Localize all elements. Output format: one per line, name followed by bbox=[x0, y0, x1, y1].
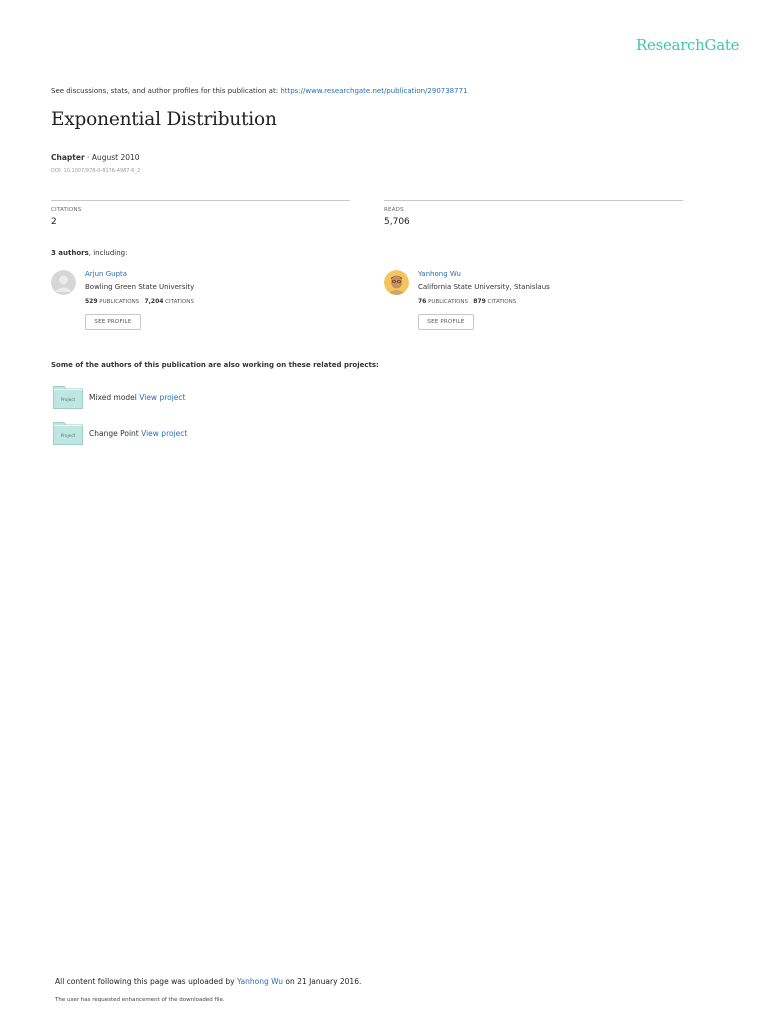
project-folder-icon[interactable]: Project bbox=[53, 421, 83, 445]
view-project-link[interactable]: View project bbox=[141, 429, 187, 438]
author-avatar-photo[interactable] bbox=[384, 270, 409, 295]
publication-type: Chapter bbox=[51, 153, 85, 162]
default-user-icon bbox=[51, 270, 76, 295]
citations-count: 2 bbox=[51, 217, 57, 227]
discussion-prefix: See discussions, stats, and author profi… bbox=[51, 87, 281, 95]
author-stats: 529 PUBLICATIONS 7,204 CITATIONS bbox=[85, 298, 194, 305]
author-publications-count: 529 bbox=[85, 298, 98, 305]
publication-doi: DOI: 10.1007/978-0-8176-4987-6_2 bbox=[51, 168, 141, 174]
author-avatar-placeholder[interactable] bbox=[51, 270, 76, 295]
publication-url-link[interactable]: https://www.researchgate.net/publication… bbox=[280, 87, 467, 95]
project-name: Mixed model bbox=[89, 393, 137, 402]
project-item: Change Point View project bbox=[89, 429, 187, 438]
project-name: Change Point bbox=[89, 429, 139, 438]
related-projects-header: Some of the authors of this publication … bbox=[51, 361, 379, 369]
upload-prefix: All content following this page was uplo… bbox=[55, 977, 237, 986]
uploader-link[interactable]: Yanhong Wu bbox=[237, 977, 283, 986]
citations-divider bbox=[51, 200, 350, 201]
citations-label: CITATIONS bbox=[51, 207, 82, 213]
publication-date: August 2010 bbox=[91, 153, 140, 162]
reads-divider bbox=[384, 200, 683, 201]
authors-header: 3 authors, including: bbox=[51, 249, 127, 257]
upload-suffix: on 21 January 2016. bbox=[283, 977, 362, 986]
author-name-link[interactable]: Yanhong Wu bbox=[418, 270, 461, 278]
authors-suffix: , including: bbox=[88, 249, 128, 257]
author-citations-count: 7,204 bbox=[144, 298, 164, 305]
author-citations-label: CITATIONS bbox=[487, 299, 517, 305]
author-stats: 76 PUBLICATIONS 879 CITATIONS bbox=[418, 298, 516, 305]
author-name-link[interactable]: Arjun Gupta bbox=[85, 270, 127, 278]
author-publications-label: PUBLICATIONS bbox=[99, 299, 140, 305]
project-item: Mixed model View project bbox=[89, 393, 185, 402]
meta-separator: · bbox=[84, 153, 92, 162]
author-citations-label: CITATIONS bbox=[165, 299, 194, 305]
author-publications-count: 76 bbox=[418, 298, 427, 305]
enhancement-note: The user has requested enhancement of th… bbox=[55, 997, 225, 1003]
project-icon-label: Project bbox=[61, 433, 76, 438]
author-institution: Bowling Green State University bbox=[85, 283, 195, 291]
author-institution: California State University, Stanislaus bbox=[418, 283, 550, 291]
author-photo-icon bbox=[384, 270, 409, 295]
researchgate-logo[interactable]: ResearchGate bbox=[636, 36, 739, 54]
project-folder-icon[interactable]: Project bbox=[53, 385, 83, 409]
publication-title: Exponential Distribution bbox=[51, 109, 277, 130]
see-profile-button[interactable]: SEE PROFILE bbox=[418, 314, 474, 330]
discussion-notice: See discussions, stats, and author profi… bbox=[51, 87, 468, 95]
upload-notice: All content following this page was uplo… bbox=[55, 977, 361, 986]
publication-meta: Chapter · August 2010 bbox=[51, 153, 140, 162]
project-icon-label: Project bbox=[61, 397, 76, 402]
authors-count: 3 authors bbox=[51, 249, 89, 257]
view-project-link[interactable]: View project bbox=[139, 393, 185, 402]
see-profile-button[interactable]: SEE PROFILE bbox=[85, 314, 141, 330]
author-publications-label: PUBLICATIONS bbox=[428, 299, 469, 305]
author-citations-count: 879 bbox=[473, 298, 486, 305]
reads-count: 5,706 bbox=[384, 217, 410, 227]
reads-label: READS bbox=[384, 207, 404, 213]
